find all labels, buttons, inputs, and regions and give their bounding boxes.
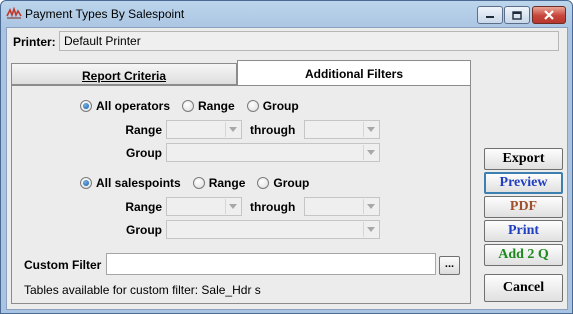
minimize-button[interactable] (477, 6, 503, 24)
close-icon (533, 7, 565, 23)
operators-through-label: through (250, 123, 296, 137)
chevron-down-icon (225, 199, 240, 214)
window-client-area: Printer: Default Printer Report Criteria… (6, 27, 568, 310)
minimize-icon (478, 7, 502, 23)
salespoints-range-to-select[interactable] (304, 197, 380, 216)
chevron-down-icon (363, 199, 378, 214)
radio-selected-icon (80, 100, 92, 112)
chevron-down-icon (363, 222, 378, 237)
print-button[interactable]: Print (484, 220, 563, 242)
operators-range-from-select[interactable] (166, 120, 242, 139)
operators-group-label: Group (126, 146, 162, 160)
radio-all-salespoints[interactable]: All salespoints (80, 176, 181, 190)
operators-group-select[interactable] (166, 143, 380, 162)
printer-label: Printer: (13, 35, 56, 49)
salespoints-group-label: Group (126, 223, 162, 237)
radio-icon (192, 177, 205, 189)
operators-range-label: Range (125, 123, 162, 137)
salespoints-radio-group: All salespoints Range Group (80, 176, 321, 190)
radio-label: Range (208, 176, 246, 190)
radio-label: Group (273, 176, 310, 190)
cancel-button[interactable]: Cancel (484, 274, 563, 302)
chevron-down-icon (225, 122, 240, 137)
radio-all-operators[interactable]: All operators (80, 99, 170, 113)
add-to-queue-button[interactable]: Add 2 Q (484, 244, 563, 266)
radio-icon (246, 100, 259, 112)
custom-filter-input[interactable] (106, 253, 436, 275)
radio-label: All operators (96, 99, 171, 113)
maximize-icon (505, 7, 529, 23)
operators-radio-group: All operators Range Group (80, 99, 311, 113)
salespoints-through-label: through (250, 200, 296, 214)
pdf-button[interactable]: PDF (484, 196, 563, 218)
custom-filter-browse-button[interactable]: ... (439, 256, 460, 275)
salespoints-range-from-select[interactable] (166, 197, 242, 216)
salespoints-group-select[interactable] (166, 220, 380, 239)
printer-field[interactable]: Default Printer (59, 31, 559, 51)
app-icon (6, 7, 22, 19)
preview-button[interactable]: Preview (484, 172, 563, 194)
radio-icon (182, 100, 195, 112)
close-button[interactable] (532, 6, 566, 24)
salespoints-range-label: Range (125, 200, 162, 214)
export-button[interactable]: Export (484, 148, 563, 170)
radio-label: All salespoints (96, 176, 181, 190)
title-bar[interactable]: Payment Types By Salespoint (1, 1, 572, 27)
tables-available-note: Tables available for custom filter: Sale… (24, 283, 261, 297)
report-window: Payment Types By Salespoint Printer: Def… (0, 0, 573, 314)
radio-operators-group[interactable]: Group (246, 99, 299, 113)
custom-filter-label: Custom Filter (24, 258, 102, 272)
radio-selected-icon (80, 177, 92, 189)
chevron-down-icon (363, 145, 378, 160)
radio-label: Range (198, 99, 235, 113)
tab-report-criteria[interactable]: Report Criteria (11, 63, 237, 85)
operators-range-to-select[interactable] (304, 120, 380, 139)
radio-icon (257, 177, 270, 189)
tab-additional-filters[interactable]: Additional Filters (237, 60, 471, 85)
radio-salespoints-group[interactable]: Group (257, 176, 309, 190)
chevron-down-icon (363, 122, 378, 137)
radio-operators-range[interactable]: Range (182, 99, 235, 113)
maximize-button[interactable] (504, 6, 530, 24)
radio-label: Group (262, 99, 299, 113)
window-title: Payment Types By Salespoint (25, 7, 185, 21)
radio-salespoints-range[interactable]: Range (192, 176, 246, 190)
